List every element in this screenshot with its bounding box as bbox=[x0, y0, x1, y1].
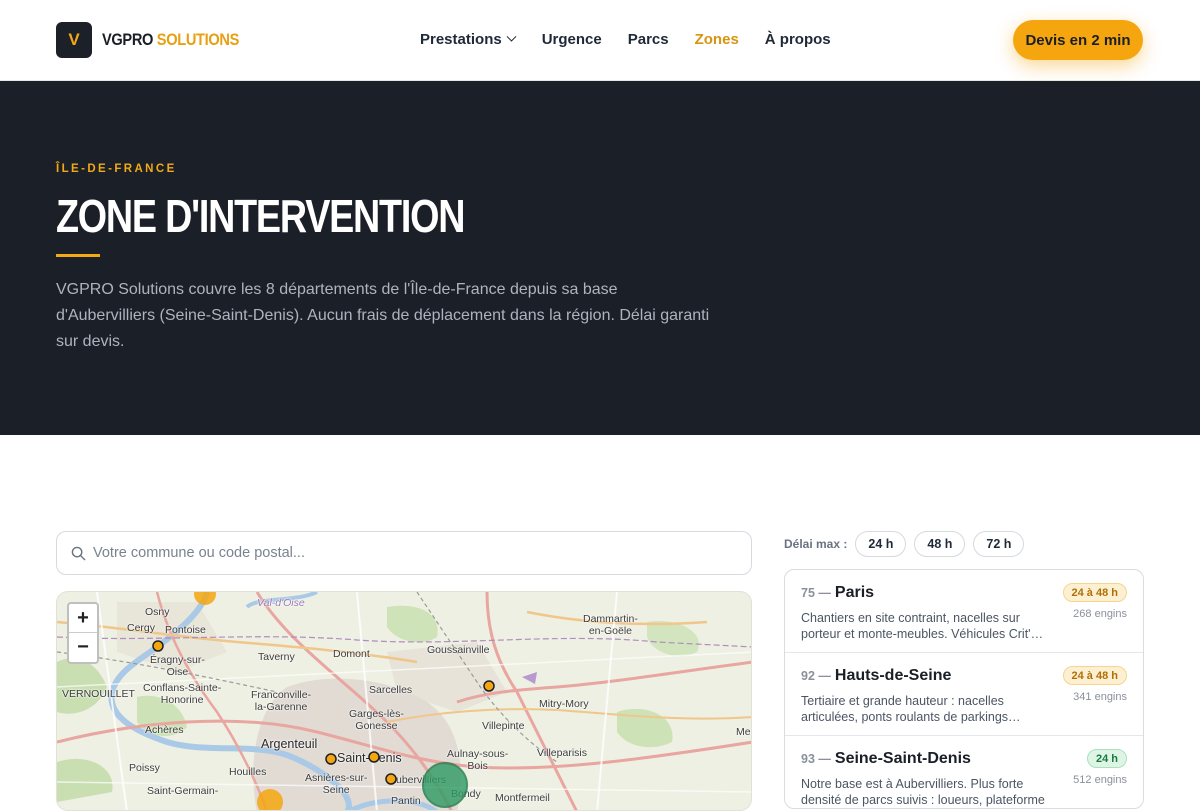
map-label: Pantin bbox=[391, 795, 421, 807]
search-icon bbox=[71, 546, 86, 561]
map-label: Osny bbox=[145, 606, 170, 618]
map-label: Aulnay-sous- Bois bbox=[447, 748, 509, 772]
map-zoom-control: + − bbox=[67, 602, 99, 664]
department-name: Hauts-de-Seine bbox=[834, 667, 952, 684]
map-label: Saint-Denis bbox=[337, 751, 402, 765]
map-label: Achères bbox=[145, 724, 184, 736]
department-description: Notre base est à Aubervilliers. Plus for… bbox=[801, 777, 1045, 807]
engins-count: 512 engins bbox=[1073, 774, 1127, 786]
title-underline bbox=[56, 254, 100, 257]
logo-mark: V bbox=[56, 22, 92, 58]
list-item[interactable]: 92 — Hauts-de-Seine 24 à 48 h 341 engins… bbox=[785, 653, 1143, 736]
delay-badge: 24 à 48 h bbox=[1062, 666, 1127, 685]
nav-prestations[interactable]: Prestations bbox=[420, 31, 517, 48]
delay-badge: 24 h bbox=[1086, 749, 1127, 768]
search-input[interactable] bbox=[93, 532, 733, 574]
map-label: Villepinte bbox=[482, 720, 525, 732]
site-header: V VGPRO SOLUTIONS Prestations Urgence Pa… bbox=[0, 0, 1200, 81]
map-label: Éragny-sur- Oise bbox=[150, 654, 205, 678]
map-label: Franconville-la-Garenne bbox=[251, 689, 312, 713]
quote-button[interactable]: Devis en 2 min bbox=[1013, 20, 1143, 60]
nav-a-propos[interactable]: À propos bbox=[765, 31, 831, 48]
map-label: Conflans-Sainte- Honorine bbox=[143, 682, 222, 706]
filter-chip-24h[interactable]: 24 h bbox=[855, 531, 907, 557]
department-name: Paris bbox=[834, 584, 875, 601]
map-label: Pontoise bbox=[165, 624, 206, 636]
map-label: Taverny bbox=[258, 651, 295, 663]
zoom-out-button[interactable]: − bbox=[69, 633, 97, 662]
department-code: 92 — bbox=[801, 669, 831, 683]
brand-logo[interactable]: V VGPRO SOLUTIONS bbox=[56, 22, 261, 58]
map-label: Val-d'Oise bbox=[257, 597, 305, 609]
engins-count: 268 engins bbox=[1073, 608, 1127, 620]
list-item[interactable]: 93 — Seine-Saint-Denis 24 h 512 engins N… bbox=[785, 736, 1143, 808]
department-list: 75 — Paris 24 à 48 h 268 engins Chantier… bbox=[784, 569, 1144, 809]
map-label: Dammartin-en-Goële bbox=[583, 613, 638, 637]
delay-filter: Délai max : 24 h 48 h 72 h bbox=[784, 531, 1025, 557]
main-nav: Prestations Urgence Parcs Zones À propos bbox=[420, 31, 831, 48]
filter-label: Délai max : bbox=[784, 537, 848, 551]
map-label: Mitry-Mory bbox=[539, 698, 589, 710]
map-label: Poissy bbox=[129, 762, 160, 774]
department-code: 75 — bbox=[801, 586, 831, 600]
filter-chip-48h[interactable]: 48 h bbox=[914, 531, 966, 557]
list-item[interactable]: 75 — Paris 24 à 48 h 268 engins Chantier… bbox=[785, 570, 1143, 653]
map-label: Houilles bbox=[229, 766, 267, 778]
map-label: Aubervilliers bbox=[389, 774, 447, 786]
map-label: Montfermeil bbox=[495, 792, 550, 804]
nav-urgence[interactable]: Urgence bbox=[542, 31, 602, 48]
hero-description: VGPRO Solutions couvre les 8 département… bbox=[56, 281, 710, 350]
hero-eyebrow: ÎLE-DE-FRANCE bbox=[56, 163, 177, 175]
filter-chip-72h[interactable]: 72 h bbox=[973, 531, 1025, 557]
map-label: Villeparisis bbox=[537, 747, 587, 759]
chevron-down-icon bbox=[506, 31, 517, 42]
map-label: Sarcelles bbox=[369, 684, 413, 696]
map-label: Domont bbox=[333, 648, 370, 660]
map-label: Saint-Germain- bbox=[147, 785, 219, 797]
search-box bbox=[56, 531, 752, 575]
map-label: Bondy bbox=[451, 788, 481, 800]
map-label: Cergy bbox=[127, 622, 156, 634]
department-description: Chantiers en site contraint, nacelles su… bbox=[801, 611, 1044, 641]
map-label: Goussainville bbox=[427, 644, 490, 656]
intervention-map[interactable]: + − Osny Cergy Pontoise Val-d'Oise Éragn… bbox=[56, 591, 752, 811]
brand-name: VGPRO SOLUTIONS bbox=[102, 30, 240, 49]
department-name: Seine-Saint-Denis bbox=[834, 750, 971, 767]
department-description: Tertiaire et grande hauteur : nacelles a… bbox=[801, 694, 1021, 724]
hero-section: ÎLE-DE-FRANCE ZONE D'INTERVENTION VGPRO … bbox=[0, 81, 1200, 435]
delay-badge: 24 à 48 h bbox=[1062, 583, 1127, 602]
map-label: Garges-lès- Gonesse bbox=[349, 708, 404, 732]
department-code: 93 — bbox=[801, 752, 831, 766]
zoom-in-button[interactable]: + bbox=[69, 604, 97, 633]
engins-count: 341 engins bbox=[1073, 691, 1127, 703]
map-label: Mea bbox=[736, 726, 751, 738]
page-title: ZONE D'INTERVENTION bbox=[56, 190, 465, 242]
map-label: Argenteuil bbox=[261, 737, 318, 751]
nav-zones[interactable]: Zones bbox=[695, 31, 739, 48]
map-label: Asnières-sur- Seine bbox=[305, 772, 368, 796]
nav-parcs[interactable]: Parcs bbox=[628, 31, 669, 48]
map-label: VERNOUILLET bbox=[62, 688, 135, 700]
